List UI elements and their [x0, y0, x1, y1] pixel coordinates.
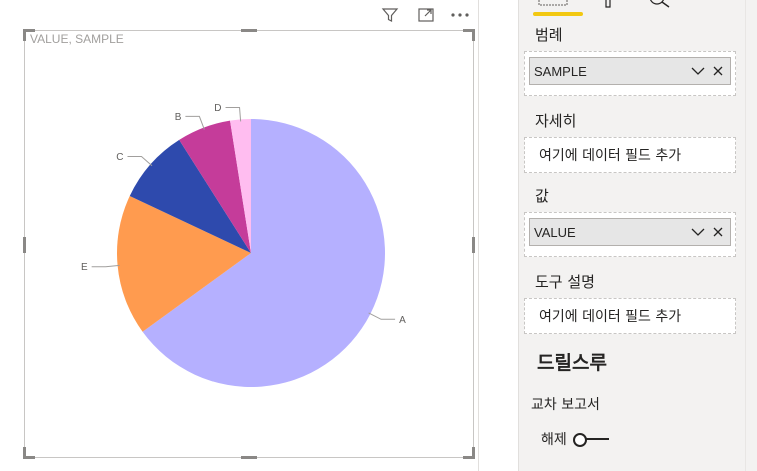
cross-report-toggle[interactable]	[572, 430, 611, 448]
drillthrough-title: 드릴스루	[537, 352, 607, 374]
values-field-pill[interactable]: VALUE	[529, 218, 731, 246]
fields-tab-icon[interactable]	[535, 0, 568, 8]
tooltips-placeholder: 여기에 데이터 필드 추가	[539, 309, 682, 325]
toggle-state-label: 해제	[541, 432, 567, 448]
close-icon[interactable]	[710, 63, 726, 79]
leader-line-C	[127, 155, 153, 167]
slice-label-C: C	[116, 152, 123, 163]
values-field-well[interactable]: VALUE	[524, 212, 736, 257]
active-tab-indicator	[533, 12, 583, 16]
cross-report-toggle-row: 해제	[541, 428, 611, 450]
leader-line-A	[368, 312, 396, 320]
analytics-tab-icon[interactable]	[645, 0, 675, 8]
details-field-well[interactable]: 여기에 데이터 필드 추가	[524, 137, 736, 173]
resize-handle-bottom-right-v[interactable]	[472, 447, 475, 459]
values-field-label: VALUE	[534, 224, 576, 240]
slice-label-D: D	[214, 103, 221, 114]
tooltips-field-well[interactable]: 여기에 데이터 필드 추가	[524, 298, 736, 334]
resize-handle-top-right-v[interactable]	[472, 29, 475, 41]
details-section-title: 자세히	[535, 112, 577, 130]
report-canvas: VALUE, SAMPLE AECBD	[0, 0, 478, 471]
values-section-title: 값	[535, 187, 549, 205]
details-placeholder: 여기에 데이터 필드 추가	[539, 148, 682, 164]
resize-handle-top-left-v[interactable]	[23, 29, 26, 41]
filter-icon[interactable]	[378, 4, 402, 26]
legend-section-title: 범례	[535, 26, 563, 44]
cross-report-label: 교차 보고서	[531, 397, 600, 413]
chevron-down-icon[interactable]	[690, 63, 706, 79]
close-icon[interactable]	[710, 224, 726, 240]
canvas-pane-divider	[478, 0, 518, 471]
resize-handle-bottom-left-v[interactable]	[23, 447, 26, 459]
chevron-down-icon[interactable]	[690, 224, 706, 240]
more-options-icon[interactable]	[448, 4, 472, 26]
focus-mode-icon[interactable]	[414, 4, 438, 26]
resize-handle-bottom[interactable]	[241, 456, 257, 459]
tooltips-section-title: 도구 설명	[535, 273, 595, 291]
slice-label-A: A	[399, 315, 406, 326]
leader-line-D	[225, 106, 242, 122]
resize-handle-top[interactable]	[241, 29, 257, 32]
resize-handle-right[interactable]	[472, 237, 475, 253]
leader-line-E	[91, 264, 120, 268]
pie-chart-visual[interactable]: VALUE, SAMPLE AECBD	[23, 29, 475, 459]
pane-scrollbar[interactable]	[745, 0, 757, 471]
format-tab-icon[interactable]	[603, 0, 615, 10]
legend-field-pill[interactable]: SAMPLE	[529, 57, 731, 85]
pie-chart: A E C B D	[81, 103, 406, 387]
toggle-knob	[572, 433, 587, 447]
slice-label-B: B	[175, 112, 182, 123]
leader-line-B	[185, 115, 205, 130]
legend-field-label: SAMPLE	[534, 63, 587, 79]
resize-handle-left[interactable]	[23, 237, 26, 253]
slice-label-E: E	[81, 262, 88, 273]
visualizations-pane: 범례 SAMPLE 자세히 여기에 데이터 필드 추가 값 VALUE 도구 설…	[518, 0, 757, 471]
legend-field-well[interactable]: SAMPLE	[524, 51, 736, 96]
